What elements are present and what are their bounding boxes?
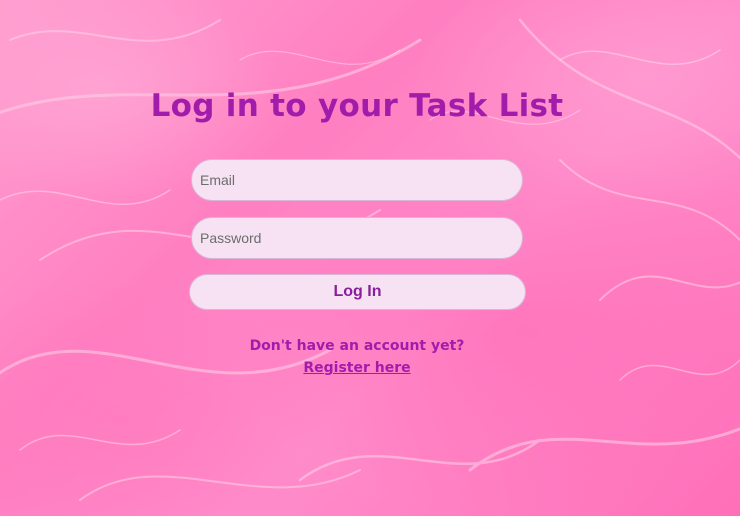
register-link[interactable]: Register here (303, 360, 410, 376)
no-account-text: Don't have an account yet? (249, 338, 465, 354)
page-title: Log in to your Task List (150, 88, 564, 124)
login-container: Log in to your Task List Log In Don't ha… (0, 0, 740, 516)
email-field[interactable] (191, 159, 523, 201)
login-button[interactable]: Log In (189, 274, 526, 310)
password-field[interactable] (191, 217, 523, 259)
register-row: Register here (0, 360, 714, 376)
